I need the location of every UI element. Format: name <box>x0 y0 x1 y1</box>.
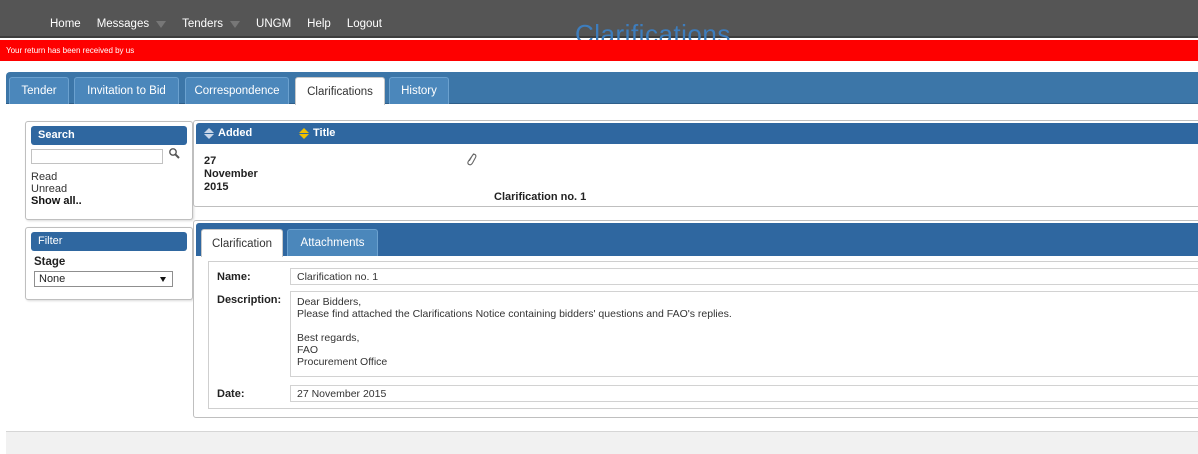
row-added-date: 27 November 2015 <box>204 155 264 194</box>
tab-invitation-to-bid[interactable]: Invitation to Bid <box>74 77 179 104</box>
description-line <box>297 320 1198 332</box>
name-field: Clarification no. 1 <box>290 268 1198 285</box>
tab-tender-label: Tender <box>21 85 57 97</box>
list-header: Added Title <box>196 123 1198 144</box>
row-date-year: 2015 <box>204 181 229 193</box>
stage-label: Stage <box>34 256 66 268</box>
sort-by-added[interactable]: Added <box>204 127 252 139</box>
row-date-day: 27 <box>204 155 217 167</box>
nav-tenders-label: Tenders <box>182 18 224 30</box>
search-panel: Search Read Unread Show all.. <box>25 121 193 220</box>
tab-attachments[interactable]: Attachments <box>287 229 378 256</box>
nav-messages[interactable]: Messages <box>96 18 167 30</box>
tab-tender[interactable]: Tender <box>9 77 69 104</box>
filter-unread-link[interactable]: Unread <box>31 183 192 195</box>
description-field: Dear Bidders, Please find attached the C… <box>290 291 1198 377</box>
description-line: Dear Bidders, <box>297 296 362 308</box>
filter-read-link[interactable]: Read <box>31 171 192 183</box>
description-label: Description: <box>217 294 282 306</box>
row-title[interactable]: Clarification no. 1 <box>494 191 586 203</box>
clarifications-list: Added Title 27 November 2015 Clarificati… <box>193 120 1198 207</box>
row-date-month: November <box>204 168 258 180</box>
column-added-label: Added <box>218 127 253 139</box>
sort-icon <box>204 127 214 139</box>
nav-ungm[interactable]: UNGM <box>256 18 291 30</box>
chevron-down-icon <box>156 20 167 28</box>
main-tab-bar: Tender Invitation to Bid Correspondence … <box>6 72 1198 105</box>
filter-panel-title: Filter <box>31 232 187 251</box>
nav-help-label: Help <box>307 18 331 30</box>
filter-panel: Filter Stage None <box>25 227 193 300</box>
top-navigation-bar: Home Messages Tenders UNGM Help Logout C… <box>0 0 1198 43</box>
search-panel-title: Search <box>31 126 187 145</box>
search-icon[interactable] <box>168 147 182 161</box>
dropdown-arrow-icon <box>160 277 166 282</box>
description-line: Best regards, <box>297 332 360 344</box>
tab-invitation-label: Invitation to Bid <box>87 85 166 97</box>
tab-correspondence[interactable]: Correspondence <box>185 77 289 104</box>
stage-select-value: None <box>39 273 66 285</box>
chevron-down-icon <box>230 20 241 28</box>
tab-history-label: History <box>401 85 437 97</box>
page-title: Clarifications <box>575 19 731 43</box>
sort-icon <box>299 127 309 139</box>
tab-clarifications[interactable]: Clarifications <box>295 77 385 105</box>
tab-clarification-label: Clarification <box>211 237 273 250</box>
sort-by-title[interactable]: Title <box>299 127 335 139</box>
nav-help[interactable]: Help <box>307 18 331 30</box>
description-line: Please find attached the Clarifications … <box>297 308 732 320</box>
nav-home-label: Home <box>50 18 81 30</box>
name-label: Name: <box>217 271 251 283</box>
search-input[interactable] <box>31 149 163 164</box>
date-field: 27 November 2015 <box>290 385 1198 402</box>
tab-history[interactable]: History <box>389 77 449 104</box>
show-all-link[interactable]: Show all.. <box>31 195 192 207</box>
nav-ungm-label: UNGM <box>256 18 292 30</box>
date-label: Date: <box>217 388 245 400</box>
paperclip-icon <box>467 153 477 166</box>
footer-bar <box>6 431 1198 454</box>
detail-tab-bar: Clarification Attachments <box>196 223 1198 257</box>
description-line: Procurement Office <box>297 356 388 368</box>
column-title-label: Title <box>313 127 336 139</box>
clarification-detail-panel: Clarification Attachments Name: Clarific… <box>193 220 1198 418</box>
search-row <box>31 147 187 165</box>
stage-select[interactable]: None <box>34 271 173 287</box>
nav-logout-label: Logout <box>346 18 383 30</box>
tab-attachments-label: Attachments <box>300 237 365 249</box>
nav-tenders[interactable]: Tenders <box>182 18 241 30</box>
nav-home[interactable]: Home <box>50 18 81 30</box>
clarification-form: Name: Clarification no. 1 Description: D… <box>208 261 1198 409</box>
tab-clarifications-label: Clarifications <box>307 85 373 98</box>
top-nav-menu: Home Messages Tenders UNGM Help Logout <box>50 18 398 30</box>
tab-correspondence-label: Correspondence <box>194 85 280 97</box>
nav-messages-label: Messages <box>96 18 150 30</box>
tab-clarification[interactable]: Clarification <box>201 229 283 257</box>
nav-logout[interactable]: Logout <box>347 18 382 30</box>
alert-message: Your return has been received by us <box>6 46 135 55</box>
status-alert-banner: Your return has been received by us <box>0 40 1198 61</box>
description-line: FAO <box>297 344 319 356</box>
